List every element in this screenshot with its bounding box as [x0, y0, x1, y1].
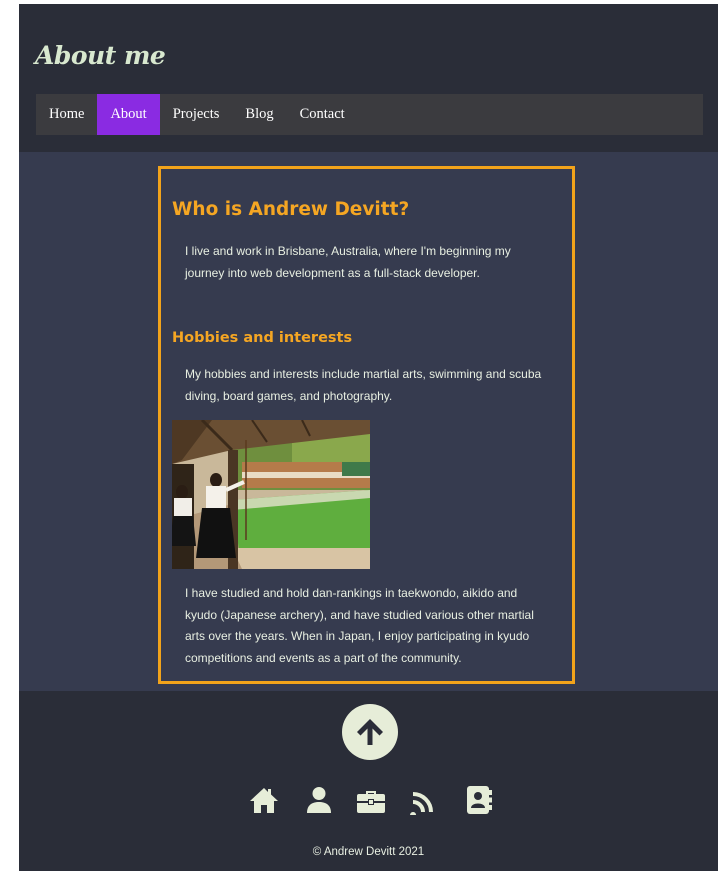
intro-paragraph: I live and work in Brisbane, Australia, … — [185, 244, 511, 280]
hobbies-paragraph: My hobbies and interests include martial… — [185, 367, 542, 403]
site-footer: © Andrew Devitt 2021 — [19, 691, 718, 871]
home-icon[interactable] — [249, 785, 279, 815]
arrow-up-icon — [357, 719, 383, 745]
main-content: Who is Andrew Devitt? I live and work in… — [19, 152, 718, 691]
site-title: About me — [35, 41, 166, 70]
nav-item-projects[interactable]: Projects — [160, 94, 233, 135]
main-nav: Home About Projects Blog Contact — [36, 94, 703, 135]
footer-icon-links — [19, 785, 718, 817]
briefcase-icon[interactable] — [356, 785, 386, 815]
address-book-icon[interactable] — [463, 785, 493, 815]
nav-item-contact[interactable]: Contact — [287, 94, 358, 135]
martial-arts-paragraph: I have studied and hold dan-rankings in … — [185, 586, 534, 665]
user-icon[interactable] — [304, 785, 334, 815]
nav-item-about[interactable]: About — [97, 94, 160, 135]
site-header: About me Home About Projects Blog Contac… — [19, 4, 718, 152]
nav-item-home[interactable]: Home — [36, 94, 97, 135]
kyudo-photo — [172, 420, 370, 569]
page-frame: About me Home About Projects Blog Contac… — [19, 4, 718, 871]
nav-item-blog[interactable]: Blog — [232, 94, 286, 135]
back-to-top-button[interactable] — [342, 704, 398, 760]
about-section: Who is Andrew Devitt? I live and work in… — [158, 166, 575, 684]
hobbies-heading: Hobbies and interests — [172, 330, 353, 346]
rss-icon[interactable] — [409, 785, 439, 815]
copyright-text: © Andrew Devitt 2021 — [312, 846, 425, 858]
about-heading: Who is Andrew Devitt? — [172, 199, 410, 220]
